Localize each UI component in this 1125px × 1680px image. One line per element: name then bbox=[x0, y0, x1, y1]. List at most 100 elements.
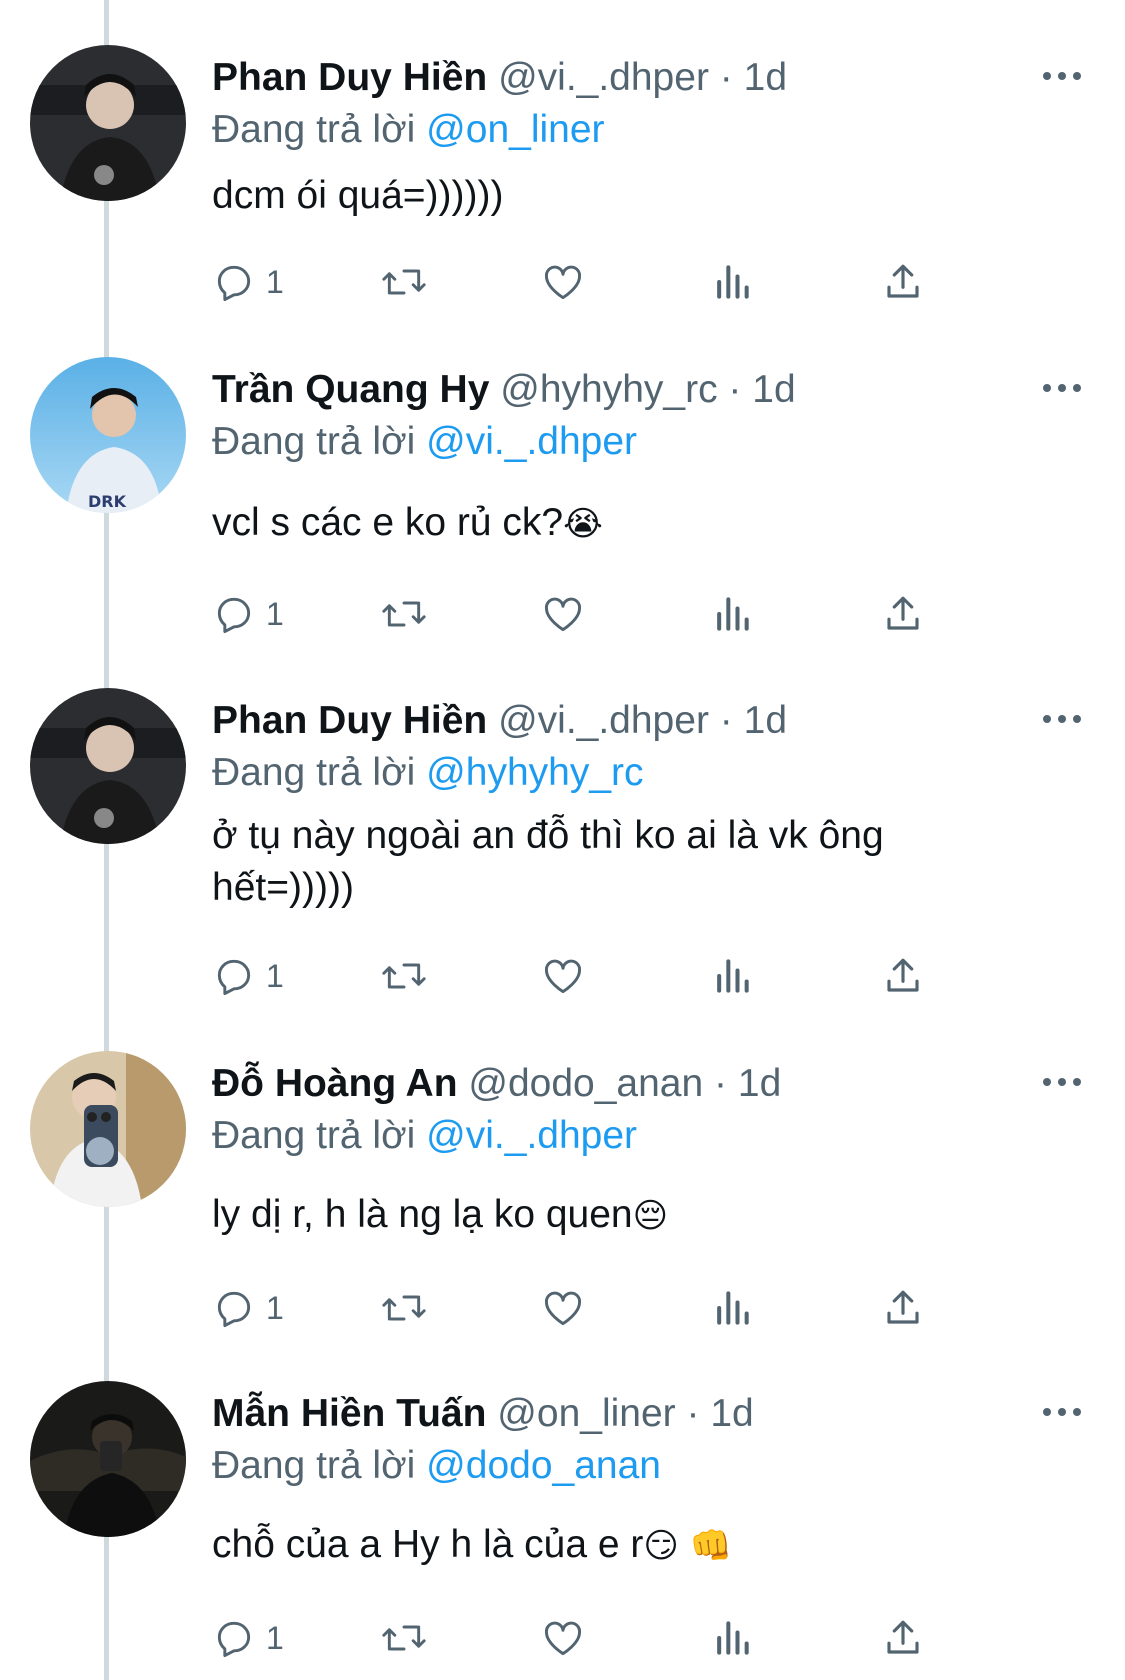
separator: · bbox=[719, 699, 733, 742]
separator: · bbox=[728, 368, 742, 411]
like-button[interactable] bbox=[540, 951, 586, 1001]
views-button[interactable] bbox=[712, 589, 752, 639]
display-name[interactable]: Trần Quang Hy bbox=[212, 368, 489, 411]
reply-count: 1 bbox=[266, 1619, 284, 1656]
more-icon[interactable] bbox=[1039, 61, 1085, 91]
reply-icon bbox=[217, 959, 251, 996]
mention-link[interactable]: @on_liner bbox=[426, 108, 604, 151]
avatar[interactable]: DRK bbox=[30, 357, 186, 513]
share-icon bbox=[887, 264, 919, 298]
replying-to: Đang trả lời @dodo_anan bbox=[212, 1441, 661, 1491]
avatar[interactable] bbox=[30, 1051, 186, 1207]
emoji-pensive: 😔 bbox=[632, 1196, 669, 1236]
like-button[interactable] bbox=[540, 1283, 586, 1333]
action-bar: 1 bbox=[212, 951, 1012, 1001]
retweet-button[interactable] bbox=[380, 1283, 428, 1333]
separator: · bbox=[714, 1062, 728, 1105]
retweet-icon bbox=[382, 1625, 426, 1651]
tweet-text: chỗ của a Hy h là của e r😏 👊 bbox=[212, 1519, 1012, 1572]
timestamp[interactable]: 1d bbox=[752, 368, 795, 411]
emoji-loudly-crying: 😭 bbox=[563, 504, 603, 544]
avatar[interactable] bbox=[30, 45, 186, 201]
retweet-button[interactable] bbox=[380, 1613, 428, 1663]
like-icon bbox=[545, 1291, 581, 1326]
action-bar: 1 bbox=[212, 1613, 1012, 1663]
replying-label: Đang trả lời bbox=[212, 420, 427, 463]
tweet-header: Mẫn Hiền Tuấn @on_liner · 1d bbox=[212, 1389, 1015, 1439]
views-icon bbox=[717, 265, 749, 299]
reply-button[interactable]: 1 bbox=[212, 257, 284, 307]
reply-count: 1 bbox=[266, 263, 284, 300]
reply-button[interactable]: 1 bbox=[212, 951, 284, 1001]
share-icon bbox=[887, 1290, 919, 1324]
share-icon bbox=[887, 596, 919, 630]
tweet-header: Phan Duy Hiền @vi._.dhper · 1d bbox=[212, 53, 1015, 103]
more-icon[interactable] bbox=[1039, 1067, 1085, 1097]
tweet-header: Đỗ Hoàng An @dodo_anan · 1d bbox=[212, 1059, 1015, 1109]
retweet-button[interactable] bbox=[380, 951, 428, 1001]
reply-button[interactable]: 1 bbox=[212, 589, 284, 639]
share-button[interactable] bbox=[882, 951, 924, 1001]
tweet-text-content: ly dị r, h là ng lạ ko quen bbox=[212, 1193, 633, 1236]
avatar[interactable] bbox=[30, 688, 186, 844]
reply-button[interactable]: 1 bbox=[212, 1613, 284, 1663]
more-icon[interactable] bbox=[1039, 704, 1085, 734]
share-button[interactable] bbox=[882, 257, 924, 307]
reply-icon bbox=[217, 1621, 251, 1658]
mention-link[interactable]: @vi._.dhper bbox=[426, 420, 637, 463]
mention-link[interactable]: @dodo_anan bbox=[426, 1444, 661, 1487]
handle[interactable]: @dodo_anan bbox=[468, 1062, 703, 1105]
like-button[interactable] bbox=[540, 589, 586, 639]
like-button[interactable] bbox=[540, 1613, 586, 1663]
share-button[interactable] bbox=[882, 1613, 924, 1663]
tweet-text-content: chỗ của a Hy h là của e r bbox=[212, 1523, 644, 1566]
views-icon bbox=[717, 597, 749, 631]
svg-text:DRK: DRK bbox=[88, 492, 127, 511]
display-name[interactable]: Phan Duy Hiền bbox=[212, 56, 487, 99]
views-button[interactable] bbox=[712, 951, 752, 1001]
tweet-text: dcm ói quá=)))))) bbox=[212, 170, 1012, 222]
reply-count: 1 bbox=[266, 957, 284, 994]
timestamp[interactable]: 1d bbox=[710, 1392, 753, 1435]
more-icon[interactable] bbox=[1039, 1397, 1085, 1427]
retweet-icon bbox=[382, 269, 426, 295]
timestamp[interactable]: 1d bbox=[744, 56, 787, 99]
share-button[interactable] bbox=[882, 1283, 924, 1333]
like-icon bbox=[545, 265, 581, 300]
views-button[interactable] bbox=[712, 1613, 752, 1663]
retweet-button[interactable] bbox=[380, 257, 428, 307]
tweet-text: ở tụ này ngoài an đỗ thì ko ai là vk ông… bbox=[212, 810, 1012, 914]
reply-icon bbox=[217, 265, 251, 302]
action-bar: 1 bbox=[212, 1283, 1012, 1333]
mention-link[interactable]: @hyhyhy_rc bbox=[426, 751, 643, 794]
replying-to: Đang trả lời @vi._.dhper bbox=[212, 417, 637, 467]
display-name[interactable]: Mẫn Hiền Tuấn bbox=[212, 1392, 486, 1435]
tweet-text: ly dị r, h là ng lạ ko quen😔 bbox=[212, 1189, 1012, 1242]
more-icon[interactable] bbox=[1039, 373, 1085, 403]
views-button[interactable] bbox=[712, 1283, 752, 1333]
tweet-header: Phan Duy Hiền @vi._.dhper · 1d bbox=[212, 696, 1015, 746]
mention-link[interactable]: @vi._.dhper bbox=[426, 1114, 637, 1157]
handle[interactable]: @on_liner bbox=[497, 1392, 675, 1435]
like-button[interactable] bbox=[540, 257, 586, 307]
timestamp[interactable]: 1d bbox=[738, 1062, 781, 1105]
replying-label: Đang trả lời bbox=[212, 1114, 427, 1157]
display-name[interactable]: Phan Duy Hiền bbox=[212, 699, 487, 742]
views-button[interactable] bbox=[712, 257, 752, 307]
like-icon bbox=[545, 597, 581, 632]
views-icon bbox=[717, 1621, 749, 1655]
reply-button[interactable]: 1 bbox=[212, 1283, 284, 1333]
views-icon bbox=[717, 959, 749, 993]
timestamp[interactable]: 1d bbox=[744, 699, 787, 742]
handle[interactable]: @vi._.dhper bbox=[498, 699, 709, 742]
retweet-icon bbox=[382, 1295, 426, 1321]
share-button[interactable] bbox=[882, 589, 924, 639]
handle[interactable]: @vi._.dhper bbox=[498, 56, 709, 99]
avatar[interactable] bbox=[30, 1381, 186, 1537]
display-name[interactable]: Đỗ Hoàng An bbox=[212, 1062, 458, 1105]
retweet-button[interactable] bbox=[380, 589, 428, 639]
reply-icon bbox=[217, 1291, 251, 1328]
action-bar: 1 bbox=[212, 257, 1012, 307]
handle[interactable]: @hyhyhy_rc bbox=[500, 368, 717, 411]
tweet-text-content: vcl s các e ko rủ ck? bbox=[212, 501, 564, 544]
